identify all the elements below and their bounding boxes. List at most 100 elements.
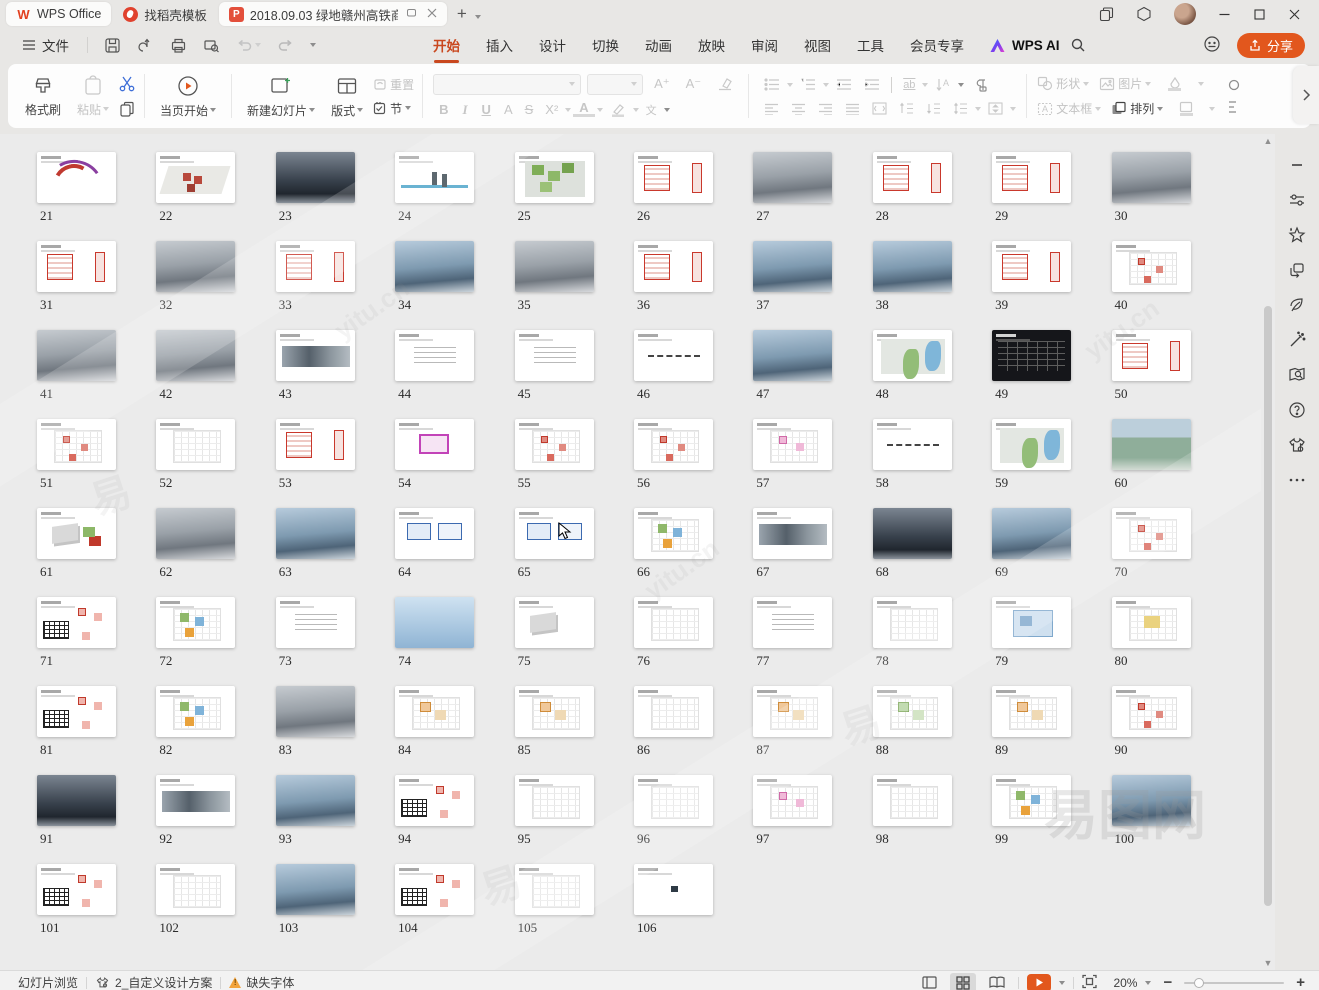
slide-thumbnail[interactable] [873, 686, 952, 737]
increase-font-size-button[interactable]: A⁺ [649, 76, 675, 92]
menu-tab-0[interactable]: 开始 [422, 31, 471, 59]
slide-sorter-view-button[interactable] [950, 973, 976, 990]
slide-cell[interactable]: 48 [873, 330, 992, 419]
slide-cell[interactable]: 103 [276, 864, 395, 953]
phonetic-guide-button[interactable]: 文 [641, 102, 662, 118]
slide-cell[interactable]: 79 [992, 597, 1111, 686]
slide-cell[interactable]: 67 [753, 508, 872, 597]
slide-thumbnail[interactable] [753, 241, 832, 292]
slide-thumbnail[interactable] [873, 330, 952, 381]
slide-cell[interactable]: 54 [395, 419, 514, 508]
superscript-button[interactable]: X² [540, 102, 563, 117]
slide-cell[interactable]: 49 [992, 330, 1111, 419]
slide-thumbnail[interactable] [753, 597, 832, 648]
maximize-button[interactable] [1253, 8, 1266, 21]
zoom-slider[interactable] [1184, 982, 1284, 984]
app-tab-home[interactable]: W WPS Office [6, 2, 111, 26]
missing-font-warning[interactable]: 缺失字体 [221, 974, 302, 990]
slide-thumbnail[interactable] [1112, 152, 1191, 203]
slide-thumbnail[interactable] [515, 241, 594, 292]
slide-thumbnail[interactable] [276, 775, 355, 826]
reset-button[interactable]: 重置 [372, 76, 414, 93]
eco-leaf-icon[interactable] [1284, 294, 1310, 316]
decrease-indent-icon[interactable] [831, 76, 857, 93]
slide-cell[interactable]: 71 [37, 597, 156, 686]
slide-thumbnail[interactable] [1112, 419, 1191, 470]
slide-thumbnail[interactable] [276, 419, 355, 470]
slide-thumbnail[interactable] [37, 597, 116, 648]
copy-icon[interactable] [118, 100, 136, 118]
slide-cell[interactable]: 102 [156, 864, 275, 953]
slide-thumbnail[interactable] [156, 775, 235, 826]
slide-cell[interactable]: 55 [515, 419, 634, 508]
slide-cell[interactable]: 56 [634, 419, 753, 508]
slide-thumbnail[interactable] [1112, 775, 1191, 826]
slide-thumbnail[interactable] [753, 152, 832, 203]
print-preview-icon[interactable] [197, 37, 226, 54]
slide-thumbnail[interactable] [395, 597, 474, 648]
italic-button[interactable]: I [456, 102, 473, 118]
slide-cell[interactable]: 93 [276, 775, 395, 864]
character-spacing-button[interactable]: ab [898, 79, 920, 91]
slide-thumbnail[interactable] [395, 152, 474, 203]
slide-thumbnail[interactable] [156, 419, 235, 470]
slide-cell[interactable]: 29 [992, 152, 1111, 241]
skin-theme-icon[interactable] [1284, 434, 1310, 456]
slide-cell[interactable]: 97 [753, 775, 872, 864]
slide-cell[interactable]: 99 [992, 775, 1111, 864]
slide-cell[interactable]: 95 [515, 775, 634, 864]
slide-cell[interactable]: 36 [634, 241, 753, 330]
slide-cell[interactable]: 77 [753, 597, 872, 686]
slide-thumbnail[interactable] [156, 508, 235, 559]
slide-cell[interactable]: 33 [276, 241, 395, 330]
paragraph-dialog-icon[interactable] [966, 76, 992, 94]
slide-cell[interactable]: 25 [515, 152, 634, 241]
export-pdf-icon[interactable] [131, 37, 160, 54]
slide-cell[interactable]: 28 [873, 152, 992, 241]
slide-thumbnail[interactable] [873, 597, 952, 648]
properties-sliders-icon[interactable] [1284, 189, 1310, 211]
slide-cell[interactable]: 81 [37, 686, 156, 775]
select-icon[interactable] [1227, 100, 1241, 114]
slide-thumbnail[interactable] [992, 330, 1071, 381]
slideshow-play-button[interactable] [1027, 974, 1051, 990]
slide-cell[interactable]: 70 [1112, 508, 1231, 597]
slide-cell[interactable]: 73 [276, 597, 395, 686]
distribute-text-icon[interactable] [867, 100, 892, 117]
slide-cell[interactable]: 38 [873, 241, 992, 330]
slide-thumbnail[interactable] [1112, 597, 1191, 648]
slide-cell[interactable]: 60 [1112, 419, 1231, 508]
slide-thumbnail[interactable] [753, 686, 832, 737]
slide-thumbnail[interactable] [634, 775, 713, 826]
slide-thumbnail[interactable] [515, 419, 594, 470]
zoom-out-button[interactable]: − [1159, 974, 1176, 990]
file-menu-button[interactable]: 文件 [14, 35, 77, 55]
increase-indent-icon[interactable] [859, 76, 885, 93]
slide-thumbnail[interactable] [634, 508, 713, 559]
reference-search-icon[interactable] [1284, 364, 1310, 386]
slide-thumbnail[interactable] [395, 419, 474, 470]
search-icon[interactable] [1064, 37, 1092, 53]
slide-thumbnail[interactable] [992, 686, 1071, 737]
slide-cell[interactable]: 45 [515, 330, 634, 419]
slide-thumbnail[interactable] [753, 508, 832, 559]
slide-thumbnail[interactable] [515, 597, 594, 648]
share-button[interactable]: 分享 [1237, 33, 1305, 58]
docer-resources-star-icon[interactable] [1284, 224, 1310, 246]
slide-cell[interactable]: 21 [37, 152, 156, 241]
slide-cell[interactable]: 82 [156, 686, 275, 775]
slide-thumbnail[interactable] [395, 508, 474, 559]
decrease-font-size-button[interactable]: A⁻ [681, 76, 707, 92]
slide-thumbnail[interactable] [156, 864, 235, 915]
pop-out-window-icon[interactable] [406, 7, 417, 21]
close-tab-icon[interactable] [427, 7, 437, 21]
slide-cell[interactable]: 86 [634, 686, 753, 775]
quickbar-customize-chevron-icon[interactable] [304, 43, 322, 47]
slide-cell[interactable]: 63 [276, 508, 395, 597]
zoom-in-button[interactable]: + [1292, 974, 1309, 990]
slide-thumbnail[interactable] [1112, 508, 1191, 559]
scrollbar-track[interactable] [1264, 146, 1272, 958]
slide-thumbnail[interactable] [634, 864, 713, 915]
stable-mode-icon[interactable] [1136, 6, 1152, 22]
slide-cell[interactable]: 72 [156, 597, 275, 686]
